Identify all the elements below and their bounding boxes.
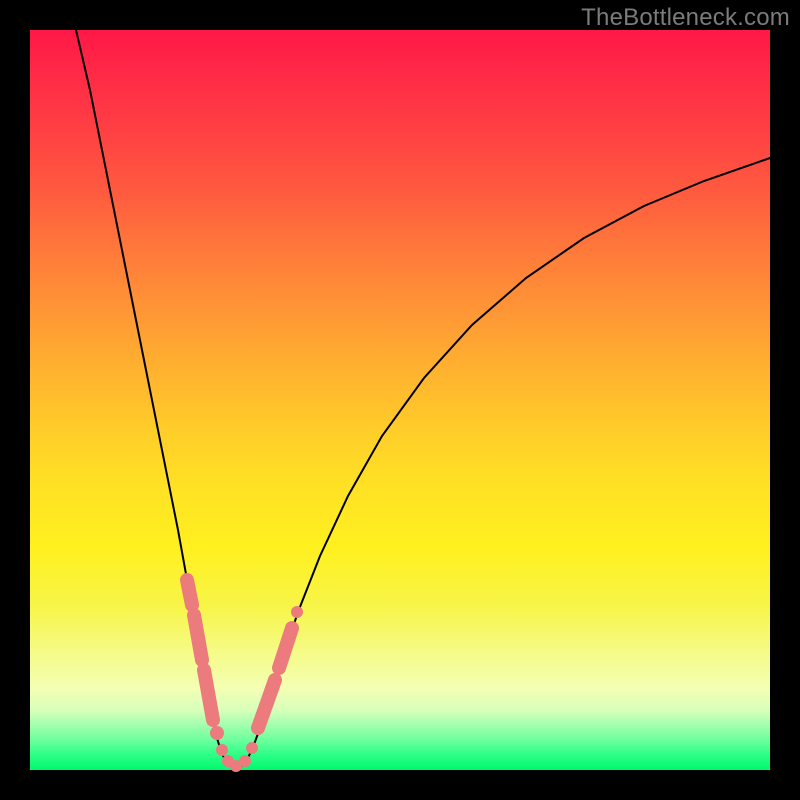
watermark-text: TheBottleneck.com: [581, 4, 790, 32]
marker-dot: [291, 606, 303, 618]
bottleneck-curve: [76, 30, 770, 768]
marker-pill: [258, 680, 275, 728]
marker-pill: [194, 615, 202, 660]
marker-dot: [216, 744, 228, 756]
marker-layer: [187, 580, 303, 772]
plot-svg: [30, 30, 770, 770]
plot-area: [30, 30, 770, 770]
marker-dot: [278, 646, 290, 658]
marker-pill: [187, 580, 192, 605]
marker-pill: [204, 670, 213, 720]
marker-dot: [210, 726, 224, 740]
chart-frame: TheBottleneck.com: [0, 0, 800, 800]
marker-dot: [246, 742, 258, 754]
marker-dot: [239, 755, 251, 767]
